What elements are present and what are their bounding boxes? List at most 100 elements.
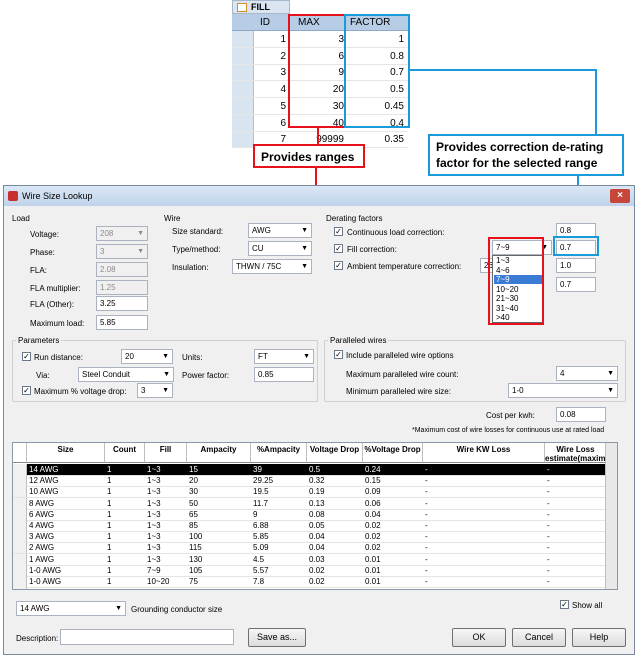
- grid-header[interactable]: Ampacity: [187, 443, 251, 463]
- description-field[interactable]: [60, 629, 234, 645]
- table-row[interactable]: 4 AWG 1 1~3 85 6.88 0.05 0.02 - -: [13, 520, 617, 532]
- grid-cell: -: [425, 532, 428, 542]
- row-header-cell: [13, 564, 27, 576]
- grid-cell: -: [425, 509, 428, 519]
- grid-header[interactable]: Count: [105, 443, 145, 463]
- help-button[interactable]: Help: [572, 628, 626, 647]
- run-distance-select[interactable]: 20 ▼: [121, 349, 173, 364]
- table-row[interactable]: 8 AWG 1 1~3 50 11.7 0.13 0.06 - -: [13, 497, 617, 510]
- units-select[interactable]: FT ▼: [254, 349, 314, 364]
- table-row[interactable]: 1-0 AWG 1 7~9 105 5.57 0.02 0.01 - -: [13, 564, 617, 577]
- grid-header[interactable]: Size: [27, 443, 105, 463]
- table-row[interactable]: 3 AWG 1 1~3 100 5.85 0.04 0.02 - -: [13, 531, 617, 544]
- row-header-cell: [13, 520, 27, 531]
- fill-correction-checkbox[interactable]: ✓: [334, 244, 343, 253]
- ambient-temp-checkbox[interactable]: ✓: [334, 261, 343, 270]
- type-method-select[interactable]: CU ▼: [248, 241, 312, 256]
- max-voltage-drop-checkbox[interactable]: ✓: [22, 386, 31, 395]
- grid-header[interactable]: Wire Loss estimate(maximum annual cost)*: [545, 443, 617, 472]
- grid-header[interactable]: %Ampacity: [251, 443, 307, 463]
- row-header-cell: [13, 542, 27, 554]
- grid-cell: 11.7: [253, 498, 268, 508]
- phase-select[interactable]: 3 ▼: [96, 244, 148, 259]
- show-all-checkbox[interactable]: ✓: [560, 600, 569, 609]
- voltage-select[interactable]: 208 ▼: [96, 226, 148, 241]
- grid-cell: -: [425, 554, 428, 564]
- max-voltage-drop-select[interactable]: 3 ▼: [137, 383, 173, 398]
- chevron-down-icon: ▼: [115, 605, 122, 612]
- grid-cell: -: [547, 476, 550, 486]
- power-factor-field[interactable]: 0.85: [254, 367, 314, 382]
- grid-cell: 1 AWG: [29, 554, 55, 564]
- insulation-select[interactable]: THWN / 75C ▼: [232, 259, 312, 274]
- grid-cell: 20: [189, 476, 198, 486]
- ambient-temp-label: Ambient temperature correction:: [347, 262, 462, 271]
- cost-per-kwh-field[interactable]: 0.08: [556, 407, 606, 422]
- grid-cell: 0.15: [365, 476, 381, 486]
- vertical-scrollbar[interactable]: [605, 443, 617, 589]
- grid-cell: -: [425, 465, 428, 474]
- row-header-cell: [13, 475, 27, 487]
- table-row[interactable]: 14 AWG 1 1~3 15 39 0.5 0.24 - -: [13, 464, 617, 476]
- table-row[interactable]: 1-0 AWG 1 21~30 67.5 8.67 0.02 0.01 - -: [13, 587, 617, 589]
- grid-cell: 1~3: [147, 498, 161, 508]
- grid-cell: -: [547, 509, 550, 519]
- title-bar: Wire Size Lookup ×: [4, 186, 634, 206]
- row-header-cell: [13, 508, 27, 520]
- grid-cell: -: [425, 588, 428, 589]
- table-row[interactable]: 2 AWG 1 1~3 115 5.09 0.04 0.02 - -: [13, 542, 617, 555]
- show-all-label: Show all: [572, 601, 603, 610]
- units-label: Units:: [182, 353, 203, 362]
- max-paralleled-count-select[interactable]: 4 ▼: [556, 366, 618, 381]
- grid-cell: 1~3: [147, 554, 161, 564]
- app-icon: [8, 191, 18, 201]
- grid-cell: 0.5: [309, 465, 321, 474]
- run-distance-label: Run distance:: [34, 353, 83, 362]
- row-header-cell: [13, 486, 27, 498]
- grid-cell: 1: [107, 532, 112, 542]
- run-distance-checkbox[interactable]: ✓: [22, 352, 31, 361]
- include-paralleled-checkbox[interactable]: ✓: [334, 350, 343, 359]
- row-header-cell: [13, 464, 27, 475]
- save-as-button[interactable]: Save as...: [248, 628, 306, 647]
- grid-cell: 0.08: [309, 509, 325, 519]
- row-header-cell: [13, 553, 27, 565]
- grid-cell: 65: [189, 509, 198, 519]
- size-standard-select[interactable]: AWG ▼: [248, 223, 312, 238]
- grid-cell: 0.24: [365, 465, 381, 474]
- grid-header[interactable]: Voltage Drop: [307, 443, 363, 463]
- min-paralleled-size-select[interactable]: 1-0 ▼: [508, 383, 618, 398]
- table-row[interactable]: 12 AWG 1 1~3 20 29.25 0.32 0.15 - -: [13, 475, 617, 488]
- grid-header[interactable]: Fill: [145, 443, 187, 463]
- results-grid[interactable]: Size Count Fill Ampacity %Ampacity Voltage Dr…: [12, 442, 618, 590]
- row-header-cell: [13, 576, 27, 587]
- grid-cell: 5.85: [253, 532, 269, 542]
- extra-factor-field[interactable]: 0.7: [556, 277, 596, 292]
- grid-header[interactable]: %Voltage Drop: [363, 443, 423, 463]
- continuous-load-label: Continuous load correction:: [347, 228, 445, 237]
- ambient-temp-field[interactable]: 1.0: [556, 258, 596, 273]
- grounding-select[interactable]: 14 AWG ▼: [16, 601, 126, 616]
- ok-button[interactable]: OK: [452, 628, 506, 647]
- close-icon[interactable]: ×: [610, 189, 630, 203]
- max-load-field[interactable]: 5.85: [96, 315, 148, 330]
- grid-cell: 10 AWG: [29, 487, 59, 497]
- cancel-button[interactable]: Cancel: [512, 628, 566, 647]
- grid-cell: 1: [107, 521, 112, 530]
- fla-field[interactable]: 2.08: [96, 262, 148, 277]
- continuous-load-checkbox[interactable]: ✓: [334, 227, 343, 236]
- table-row[interactable]: 1 AWG 1 1~3 130 4.5 0.03 0.01 - -: [13, 553, 617, 566]
- fla-multiplier-field[interactable]: 1.25: [96, 280, 148, 295]
- grid-header[interactable]: Wire KW Loss: [423, 443, 545, 463]
- grid-cell: 100: [189, 532, 203, 542]
- table-row[interactable]: 6 AWG 1 1~3 65 9 0.08 0.04 - -: [13, 508, 617, 521]
- fla-other-field[interactable]: 3.25: [96, 296, 148, 311]
- via-select[interactable]: Steel Conduit ▼: [78, 367, 174, 382]
- table-row[interactable]: 1-0 AWG 1 10~20 75 7.8 0.02 0.01 - -: [13, 576, 617, 588]
- grid-cell: 1~3: [147, 521, 161, 530]
- grid-cell: -: [425, 476, 428, 486]
- table-row[interactable]: 10 AWG 1 1~3 30 19.5 0.19 0.09 - -: [13, 486, 617, 499]
- grid-cell: 1: [107, 565, 112, 575]
- grid-cell: 5.09: [253, 543, 269, 553]
- grid-cell: 6 AWG: [29, 509, 55, 519]
